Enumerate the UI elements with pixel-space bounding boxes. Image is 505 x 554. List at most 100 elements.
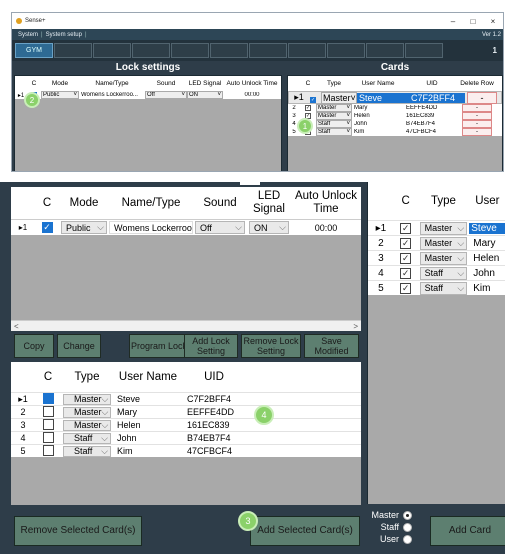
table-row[interactable]: 5 Staff ⌵ Kim 47CFBCF4: [11, 444, 361, 457]
checkbox[interactable]: ✓: [400, 237, 412, 249]
maximize-icon[interactable]: □: [463, 17, 483, 26]
type-select[interactable]: Master ⌵: [419, 236, 468, 250]
add-selected-cards-button[interactable]: Add Selected Card(s): [250, 516, 360, 546]
add-card-button[interactable]: Add Card: [430, 516, 505, 546]
delete-row-button[interactable]: -: [462, 112, 492, 120]
radio-dot-icon[interactable]: [403, 522, 412, 532]
tab-empty[interactable]: [366, 43, 404, 58]
type-select[interactable]: Staff ⌵: [419, 266, 468, 280]
table-row[interactable]: 3 ✓ Master ⌵ Helen: [368, 250, 505, 265]
user-name-cell[interactable]: Helen: [352, 113, 404, 119]
table-row[interactable]: 5 ✓ Staff ⌵ Kim: [368, 280, 505, 295]
checkbox[interactable]: ✓: [400, 267, 412, 279]
type-select[interactable]: Master ˅: [316, 112, 352, 120]
add-lock-setting-button[interactable]: Add Lock Setting: [184, 334, 238, 358]
user-name-cell[interactable]: Mary: [352, 105, 404, 111]
user-name-cell[interactable]: Steve: [357, 92, 409, 103]
tab-empty[interactable]: [405, 43, 443, 58]
type-select[interactable]: Staff ˅: [316, 120, 352, 128]
checkbox[interactable]: [42, 392, 54, 404]
tab-empty[interactable]: [249, 43, 287, 58]
radio-dot-icon[interactable]: [403, 510, 412, 520]
checkbox[interactable]: ✓: [400, 252, 412, 264]
checkbox[interactable]: ✓: [305, 105, 311, 111]
name-cell[interactable]: Womens Lockerroo...: [79, 92, 145, 98]
user-name-cell[interactable]: Mary: [113, 407, 183, 417]
close-icon[interactable]: ×: [483, 17, 503, 26]
table-row[interactable]: 4 ✓ Staff ⌵ John: [368, 265, 505, 280]
menu-system-setup[interactable]: System setup: [46, 32, 82, 38]
table-row[interactable]: 2 Master ⌵ Mary EEFFE4DD: [11, 405, 361, 418]
checkbox[interactable]: ✓: [310, 96, 316, 103]
uid-cell[interactable]: C7F2BFF4: [183, 394, 245, 404]
checkbox[interactable]: ✓: [400, 282, 412, 294]
table-row[interactable]: ▸1 ✓ Public ⌵ Womens Lockerroo... Off ⌵ ON…: [11, 219, 361, 235]
radio-user[interactable]: User: [362, 533, 412, 545]
table-row[interactable]: ▸1 Master ⌵ Steve C7F2BFF4: [11, 392, 361, 405]
tab-empty[interactable]: [210, 43, 248, 58]
table-row[interactable]: 3 Master ⌵ Helen 161EC839: [11, 418, 361, 431]
uid-cell[interactable]: EEFFE4DD: [404, 105, 460, 111]
sound-select[interactable]: Off ˅: [145, 91, 187, 99]
radio-master[interactable]: Master: [362, 509, 412, 521]
uid-cell[interactable]: 47CFBCF4: [404, 129, 460, 135]
sound-select[interactable]: Off ⌵: [195, 221, 245, 234]
user-name-cell[interactable]: John: [113, 433, 183, 443]
checkbox[interactable]: [42, 418, 54, 430]
checkbox[interactable]: [42, 444, 54, 456]
uid-cell[interactable]: EEFFE4DD: [183, 407, 245, 417]
user-name-cell[interactable]: Helen: [469, 253, 505, 264]
type-select[interactable]: Master ⌵: [419, 221, 468, 235]
checkbox[interactable]: ✓: [41, 222, 53, 233]
tab-empty[interactable]: [288, 43, 326, 58]
minimize-icon[interactable]: –: [443, 17, 463, 26]
user-name-cell[interactable]: John: [352, 121, 404, 127]
user-name-cell[interactable]: Kim: [352, 129, 404, 135]
checkbox[interactable]: ✓: [400, 222, 412, 234]
table-row[interactable]: 4 Staff ⌵ John B74EB7F4: [11, 431, 361, 444]
table-row[interactable]: 5✓Staff˅Kim47CFBCF4-: [288, 128, 502, 136]
menu-system[interactable]: System: [18, 32, 38, 38]
program-lock-button[interactable]: Program Lock: [129, 334, 189, 358]
type-select[interactable]: Master ⌵: [63, 406, 111, 418]
uid-cell[interactable]: B74EB7F4: [183, 433, 245, 443]
user-name-cell[interactable]: Steve: [113, 394, 183, 404]
type-select[interactable]: Staff ⌵: [63, 445, 111, 457]
remove-lock-setting-button[interactable]: Remove Lock Setting: [241, 334, 301, 358]
table-row[interactable]: ▸1 ✓ Public˅ Womens Lockerroo... Off˅ ON…: [15, 91, 281, 99]
uid-cell[interactable]: 47CFBCF4: [183, 446, 245, 456]
delete-row-button[interactable]: -: [467, 91, 497, 104]
type-select[interactable]: Staff ⌵: [419, 281, 468, 295]
change-button[interactable]: Change: [57, 334, 101, 358]
tab-empty[interactable]: [171, 43, 209, 58]
name-type-cell[interactable]: Womens Lockerroo...: [109, 221, 193, 234]
save-modified-button[interactable]: Save Modified: [304, 334, 359, 358]
user-name-cell[interactable]: John: [469, 268, 505, 279]
checkbox[interactable]: [42, 431, 54, 443]
mode-select[interactable]: Public ˅: [41, 91, 79, 99]
uid-cell[interactable]: B74EB7F4: [404, 121, 460, 127]
type-select[interactable]: Master ˅: [316, 104, 352, 112]
table-row[interactable]: ▸1 ✓ Master ⌵ Steve: [368, 220, 505, 235]
auto-unlock-time-cell[interactable]: 00:00: [291, 223, 361, 233]
horizontal-scrollbar[interactable]: < >: [11, 320, 361, 331]
type-select[interactable]: Master ⌵: [419, 251, 468, 265]
uid-cell[interactable]: C7F2BFF4: [409, 92, 465, 103]
type-select[interactable]: Master ⌵: [63, 419, 111, 431]
user-name-cell[interactable]: Kim: [469, 283, 505, 294]
led-signal-select[interactable]: ON ⌵: [249, 221, 289, 234]
table-row[interactable]: 2 ✓ Master ⌵ Mary: [368, 235, 505, 250]
tab-empty[interactable]: [93, 43, 131, 58]
led-select[interactable]: ON ˅: [187, 91, 223, 99]
table-row[interactable]: 2 ✓ Master ˅ Mary EEFFE4DD -: [288, 104, 502, 112]
user-name-cell[interactable]: Kim: [113, 446, 183, 456]
tab-gym[interactable]: GYM: [15, 43, 53, 58]
remove-selected-cards-button[interactable]: Remove Selected Card(s): [14, 516, 142, 546]
scroll-left-icon[interactable]: <: [14, 322, 19, 331]
type-select[interactable]: Master ˅: [321, 91, 357, 104]
auto-unlock-cell[interactable]: 00:00: [223, 92, 281, 98]
radio-dot-icon[interactable]: [403, 534, 412, 544]
scroll-right-icon[interactable]: >: [353, 322, 358, 331]
table-row[interactable]: 4✓Staff˅JohnB74EB7F4-: [288, 120, 502, 128]
user-name-cell[interactable]: Steve: [469, 222, 505, 234]
